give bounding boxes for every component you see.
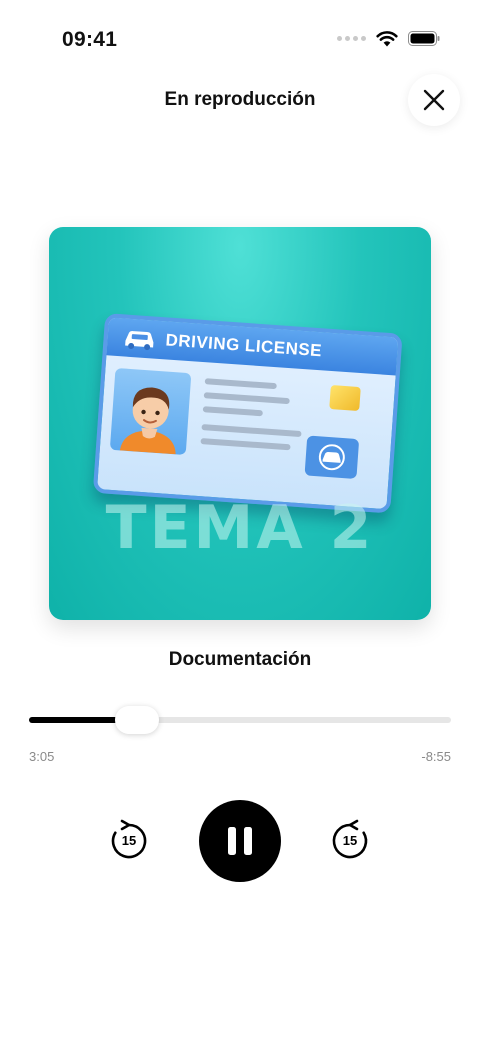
pause-button[interactable]: [199, 800, 281, 882]
car-badge-icon: [318, 444, 345, 471]
car-icon: [125, 331, 154, 351]
license-card-title: DRIVING LICENSE: [164, 330, 323, 361]
close-icon: [423, 89, 445, 111]
driving-license-illustration: DRIVING LICENSE: [92, 313, 403, 514]
license-car-badge: [304, 435, 360, 480]
license-photo: [109, 367, 192, 456]
elapsed-time: 3:05: [29, 749, 55, 764]
license-chip-icon: [329, 385, 361, 412]
remaining-time: -8:55: [421, 749, 451, 764]
skip-forward-15-button[interactable]: 15: [327, 818, 373, 864]
skip-back-15-button[interactable]: 15: [106, 818, 152, 864]
progress-scrubber[interactable]: [115, 706, 159, 734]
progress-bar[interactable]: [29, 717, 451, 723]
cellular-signal-icon: [337, 36, 366, 41]
album-artwork: DRIVING LICENSE TEMA 2: [49, 227, 431, 620]
skip-back-label: 15: [121, 833, 137, 848]
license-card: DRIVING LICENSE: [92, 313, 403, 514]
track-title: Documentación: [168, 649, 312, 670]
status-icons: [337, 30, 440, 47]
battery-icon: [408, 31, 440, 46]
status-time: 09:41: [62, 28, 118, 51]
artwork-title: TEMA 2: [105, 493, 375, 563]
pause-icon: [228, 827, 252, 855]
close-button[interactable]: [408, 74, 460, 126]
person-avatar-icon: [119, 387, 176, 455]
status-bar: 09:41: [0, 0, 480, 80]
wifi-icon: [376, 31, 398, 47]
license-card-header: DRIVING LICENSE: [106, 317, 399, 376]
skip-forward-label: 15: [342, 833, 358, 848]
